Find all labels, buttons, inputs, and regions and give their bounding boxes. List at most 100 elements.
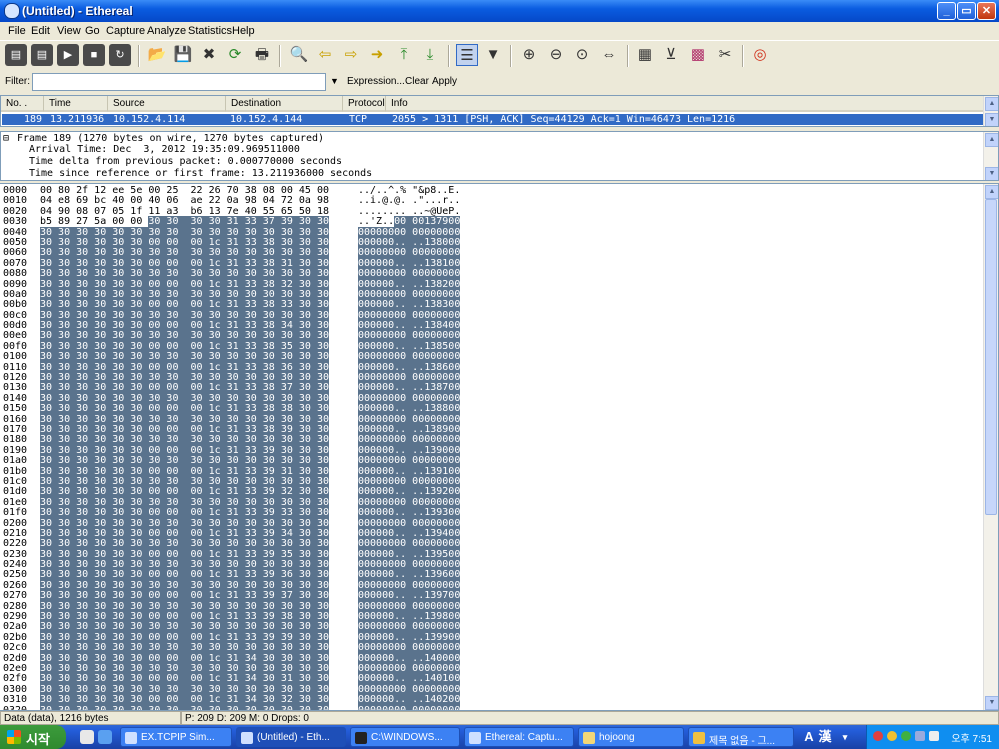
cell-no: 189 [24,114,43,125]
cell-destination: 10.152.4.144 [230,114,303,125]
close-file-icon[interactable]: ✖ [198,44,220,66]
minimize-button[interactable]: _ [937,2,956,20]
menu-capture[interactable]: Capture [106,25,145,37]
task-hojoong[interactable]: hojoong [578,727,684,747]
window-title: (Untitled) - Ethereal [22,4,133,18]
clock: 오후 7:51 [951,734,992,745]
ime-mode-hanja[interactable]: 漢 [815,727,835,747]
ascii-bytes[interactable]: 00000000 00000000 [358,268,461,280]
cell-time: 13.211936 [50,114,105,125]
column-no[interactable]: No. . [1,96,44,112]
menu-file[interactable]: File [8,25,26,37]
interface-list-icon[interactable]: ▤ [5,44,27,66]
tray-icon-2[interactable] [887,731,897,741]
find-packet-icon[interactable]: 🔍 [288,44,310,66]
menu-go[interactable]: Go [85,25,100,37]
maximize-button[interactable]: ▭ [957,2,976,20]
browser-shortcut-icon[interactable] [98,730,112,744]
hex-bytes[interactable]: 30 30 30 30 30 30 30 30 30 30 30 30 30 3… [40,455,329,467]
detail-line[interactable]: Arrival Time: Dec 3, 2012 19:35:09.96951… [29,144,300,156]
apply-button[interactable]: Apply [432,76,457,87]
first-packet-icon[interactable]: ⤒ [393,44,415,66]
capture-stop-icon[interactable]: ■ [83,44,105,66]
hex-bytes[interactable]: 30 30 30 30 30 30 00 00 00 1c 31 34 30 3… [40,694,329,706]
task-paint[interactable]: 제목 없음 - 그... [688,727,794,747]
start-button[interactable]: 시작 [0,725,66,749]
detail-line[interactable]: Time since reference or first frame: 13.… [29,168,372,180]
capture-filters-icon[interactable]: ▦ [634,44,656,66]
frame-summary[interactable]: Frame 189 (1270 bytes on wire, 1270 byte… [17,133,324,145]
tray-icon-1[interactable] [873,731,883,741]
taskbar: 시작 EX.TCPIP Sim... (Untitled) - Eth... C… [0,725,999,749]
zoom-normal-icon[interactable]: ⊙ [571,44,593,66]
ascii-bytes[interactable]: 000000.. ..140200 [358,694,461,706]
cell-protocol: TCP [349,114,368,125]
task-ethereal-untitled[interactable]: (Untitled) - Eth... [236,727,346,747]
hex-bytes[interactable]: 30 30 30 30 30 30 30 30 30 30 30 30 30 3… [40,268,329,280]
desktop-shortcut-icon[interactable] [80,730,94,744]
task-ex-tcpip[interactable]: EX.TCPIP Sim... [120,727,232,747]
ascii-bytes[interactable]: 00000000 00000000 [358,455,461,467]
last-packet-icon[interactable]: ⤓ [419,44,441,66]
menu-analyze[interactable]: Analyze [147,25,186,37]
task-ethereal-capture[interactable]: Ethereal: Captu... [464,727,574,747]
open-file-icon[interactable]: 📂 [146,44,168,66]
volume-icon[interactable] [929,731,939,741]
column-time[interactable]: Time [44,96,108,112]
ime-options-icon[interactable]: ▾ [835,727,855,747]
coloring-rules-icon[interactable]: ▩ [687,44,709,66]
collapse-toggle-icon[interactable]: ⊟ [3,133,9,145]
zoom-out-icon[interactable]: ⊖ [545,44,567,66]
preferences-icon[interactable]: ✂ [714,44,736,66]
column-info[interactable]: Info [386,96,984,112]
hex-offset: 01a0 [3,455,28,467]
filter-input[interactable] [32,73,326,91]
filter-dropdown-icon[interactable]: ▼ [330,76,339,86]
print-icon[interactable]: 🖶 [251,44,273,66]
capture-start-icon[interactable]: ▶ [57,44,79,66]
back-icon[interactable]: ⇦ [314,44,336,66]
cell-source: 10.152.4.114 [113,114,186,125]
save-file-icon[interactable]: 💾 [172,44,194,66]
hex-bytes[interactable]: 30 30 30 30 30 30 00 00 00 1c 31 33 39 3… [40,507,329,519]
hex-offset: 0310 [3,694,28,706]
menu-view[interactable]: View [57,25,81,37]
packet-details-pane: ⊟ Frame 189 (1270 bytes on wire, 1270 by… [0,131,999,181]
task-cmd-windows[interactable]: C:\WINDOWS... [350,727,460,747]
title-bar: (Untitled) - Ethereal _ ▭ ✕ [0,0,999,22]
hex-offset: 01f0 [3,507,28,519]
goto-packet-icon[interactable]: ➜ [366,44,388,66]
reload-icon[interactable]: ⟳ [224,44,246,66]
app-icon[interactable] [4,3,20,19]
autoscroll-icon[interactable]: ▼ [482,44,504,66]
close-button[interactable]: ✕ [977,2,996,20]
clear-button[interactable]: Clear [405,76,429,87]
forward-icon[interactable]: ⇨ [340,44,362,66]
resize-columns-icon[interactable]: ⇔ [598,44,620,66]
ascii-bytes[interactable]: 000000.. ..139300 [358,507,461,519]
tray-icon-4[interactable] [915,731,925,741]
tray-icon-3[interactable] [901,731,911,741]
expression-button[interactable]: Expression... [347,76,405,87]
system-tray: 오후 7:51 [866,725,999,749]
packet-list-scrollbar[interactable]: ▲ ▼ [983,96,998,126]
capture-options-icon[interactable]: ▤ [31,44,53,66]
help-icon[interactable]: ◎ [749,44,771,66]
packet-list-pane-icon[interactable]: ☰ [456,44,478,66]
column-protocol[interactable]: Protocol [343,96,386,112]
menu-statistics[interactable]: Statistics [188,25,232,37]
table-row[interactable]: 189 13.211936 10.152.4.114 10.152.4.144 … [2,114,983,125]
menu-edit[interactable]: Edit [31,25,50,37]
display-filters-icon[interactable]: ⊻ [660,44,682,66]
packet-bytes-pane: 0000 00 80 2f 12 ee 5e 00 25 22 26 70 38 … [0,183,999,711]
capture-restart-icon[interactable]: ↻ [109,44,131,66]
packet-list-pane: No. . Time Source Destination Protocol I… [0,95,999,127]
zoom-in-icon[interactable]: ⊕ [518,44,540,66]
column-destination[interactable]: Destination [226,96,343,112]
main-toolbar: ▤ ▤ ▶ ■ ↻ 📂 💾 ✖ ⟳ 🖶 🔍 ⇦ ⇨ ➜ ⤒ ⤓ ☰ ▼ ⊕ ⊖ … [0,40,999,72]
menu-help[interactable]: Help [232,25,255,37]
bytes-scrollbar[interactable]: ▲ ▼ [983,184,998,710]
column-source[interactable]: Source [108,96,226,112]
detail-line[interactable]: Time delta from previous packet: 0.00077… [29,156,342,168]
details-scrollbar[interactable]: ▲ ▼ [983,132,998,180]
